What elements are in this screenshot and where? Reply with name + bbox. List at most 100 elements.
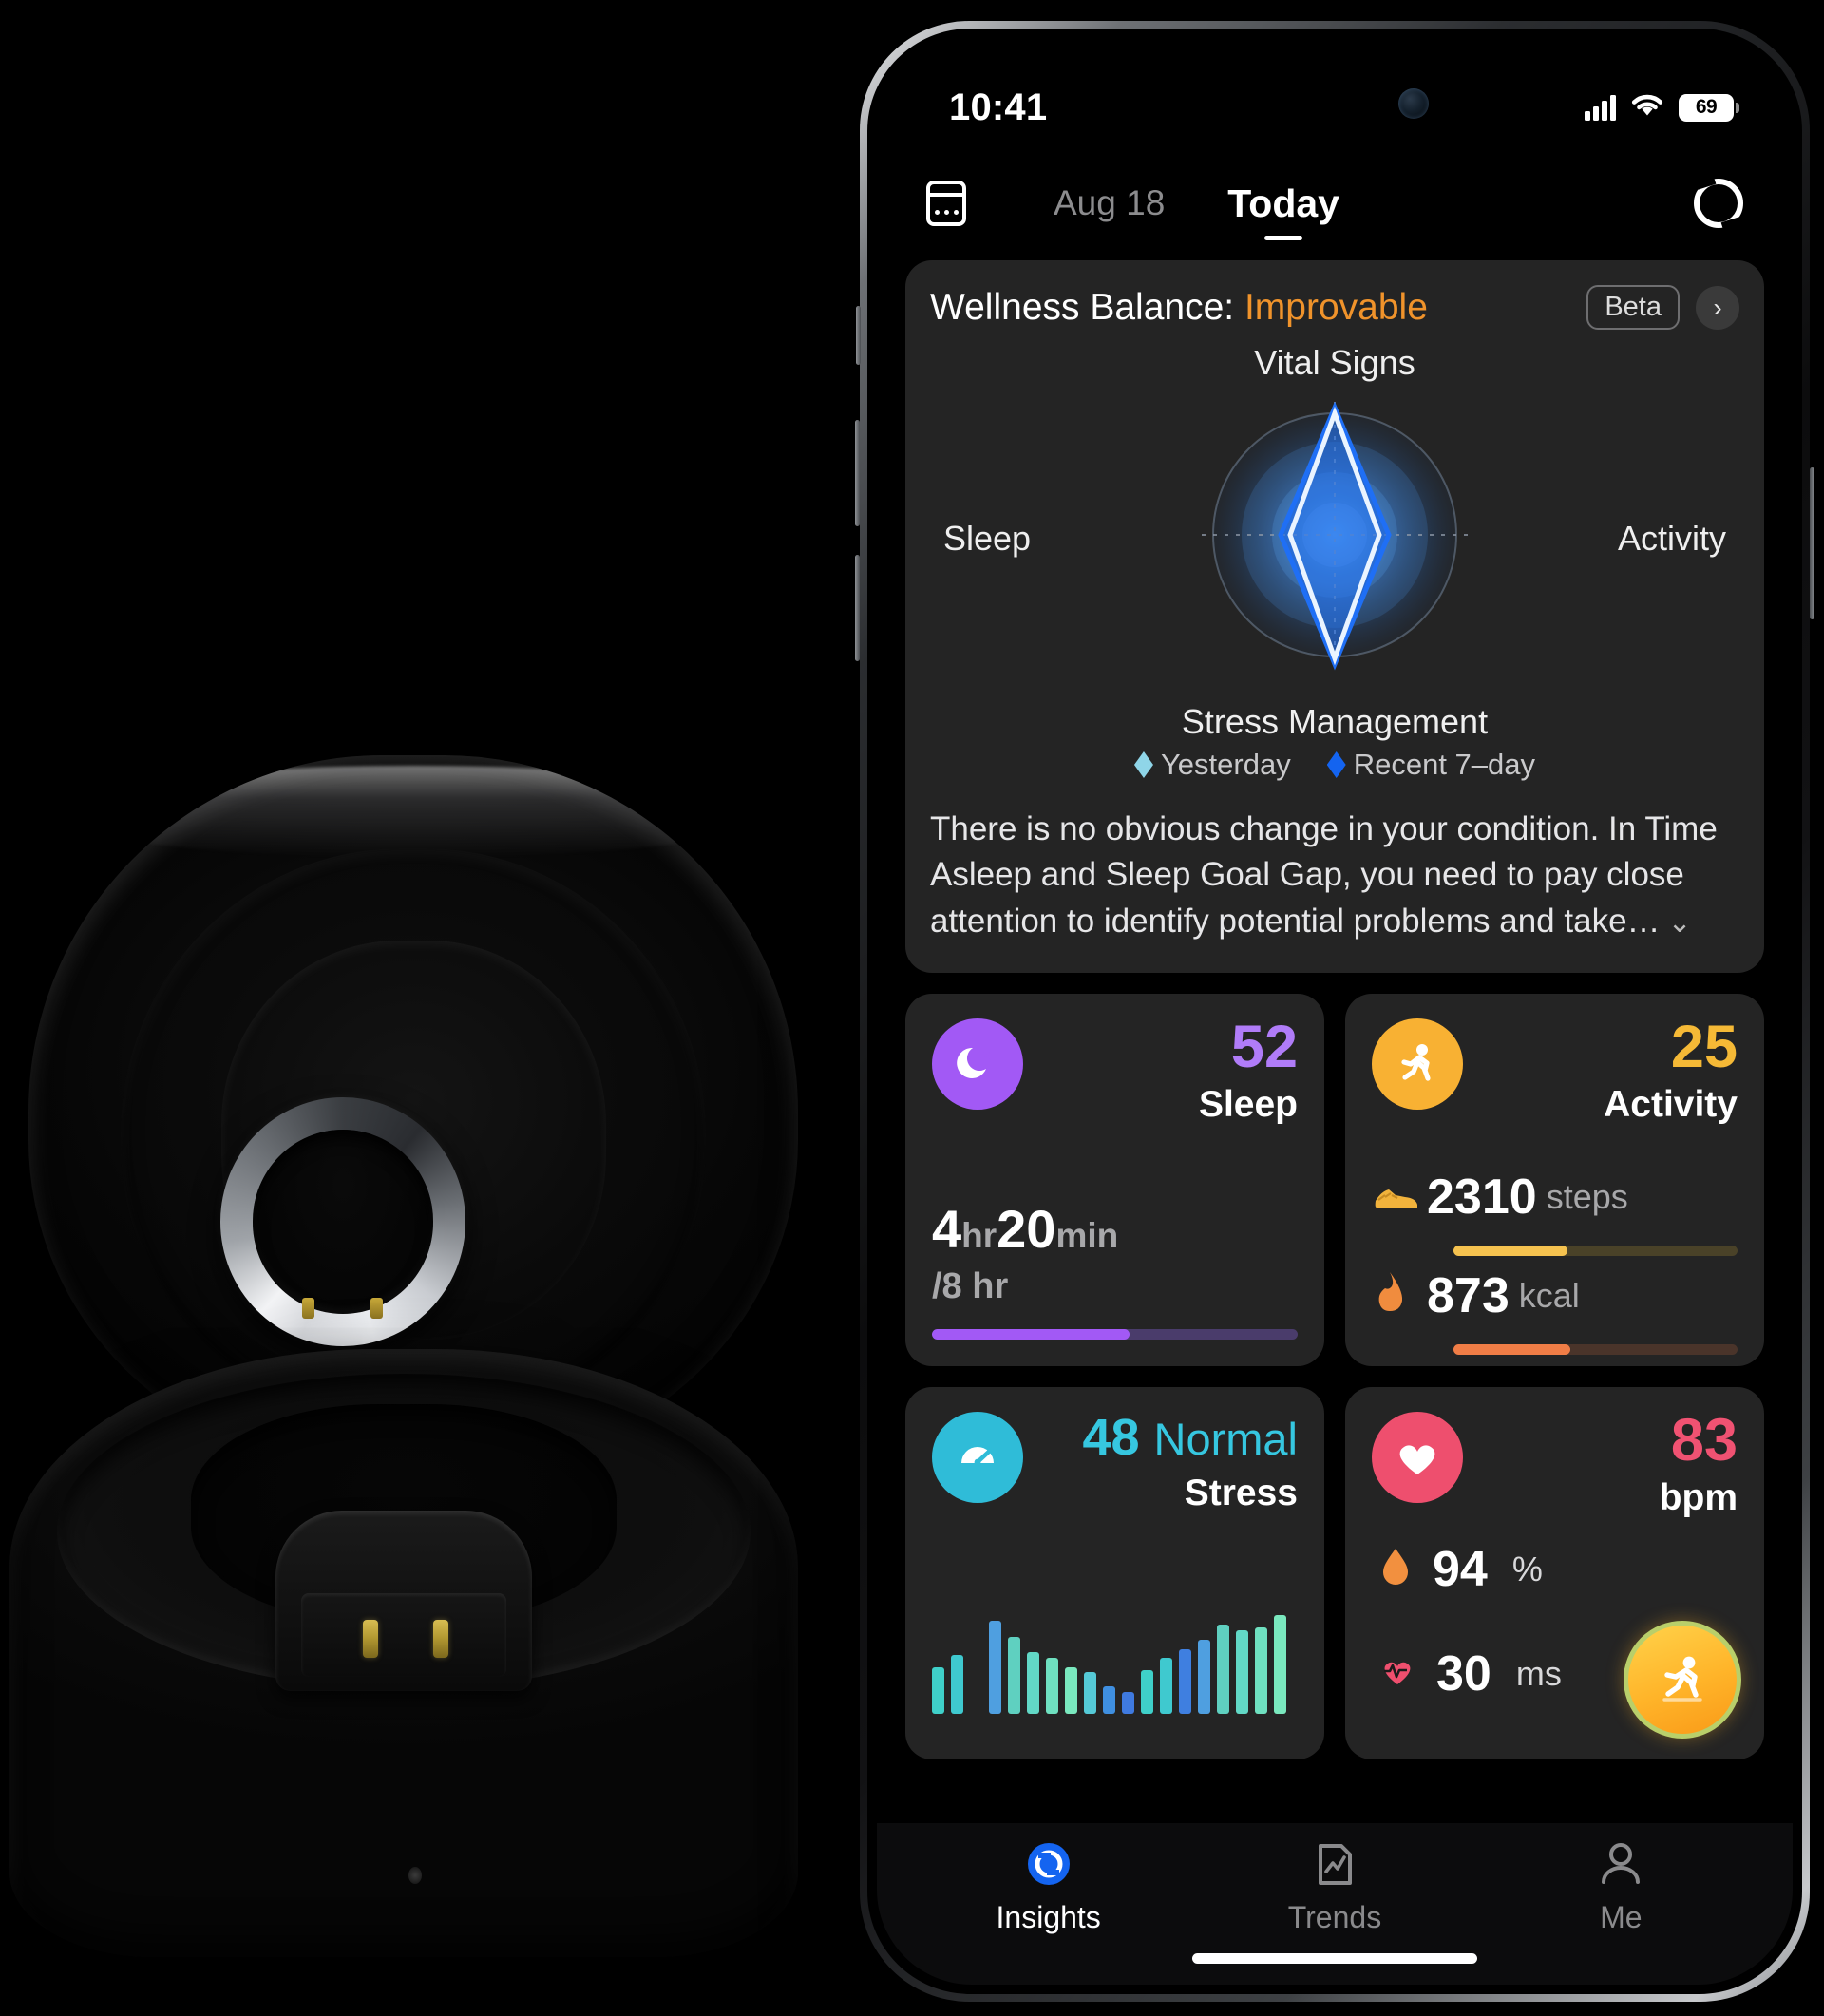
spo2-unit: % xyxy=(1511,1549,1543,1588)
radar-legend: Yesterday Recent 7–day xyxy=(930,748,1739,782)
nav-date-tab[interactable]: Aug 18 xyxy=(1054,183,1165,223)
chevron-right-icon[interactable]: › xyxy=(1696,285,1739,330)
wellness-header: Wellness Balance: Improvable Beta › xyxy=(930,285,1739,330)
phone-screen: 10:41 69 Aug 18 Today Wellness Balance: … xyxy=(877,38,1793,1985)
steps-value: 2310 xyxy=(1427,1169,1537,1225)
steps-unit: steps xyxy=(1546,1176,1628,1216)
legend-item-yesterday: Yesterday xyxy=(1133,748,1291,782)
metrics-grid: z 52 Sleep 4hr20min /8 hr 25 Activity 23… xyxy=(905,993,1764,1759)
wellness-status-value: Improvable xyxy=(1244,286,1428,328)
tab-label-insights: Insights xyxy=(996,1900,1101,1934)
tab-me[interactable]: Me xyxy=(1478,1823,1764,1985)
cellular-signal-icon xyxy=(1585,94,1616,121)
tab-label-me: Me xyxy=(1600,1900,1643,1934)
running-person-icon xyxy=(1372,1018,1463,1110)
heart-card-header: 83 bpm xyxy=(1372,1411,1738,1519)
kcal-unit: kcal xyxy=(1518,1275,1580,1315)
stress-bars xyxy=(932,1590,1305,1714)
kcal-progress-bar xyxy=(1454,1343,1738,1355)
sleep-card[interactable]: z 52 Sleep 4hr20min /8 hr xyxy=(905,993,1324,1366)
wellness-description-wrapper[interactable]: There is no obvious change in your condi… xyxy=(930,807,1739,944)
stress-bar-chart xyxy=(932,1590,1298,1723)
top-navigation: Aug 18 Today xyxy=(905,150,1764,257)
status-icons: 69 xyxy=(1585,92,1739,124)
wellness-title-prefix: Wellness Balance: xyxy=(930,286,1235,328)
legend-diamond-icon-yesterday xyxy=(1133,751,1153,778)
wifi-icon xyxy=(1630,92,1664,124)
wellness-description: There is no obvious change in your condi… xyxy=(930,810,1718,940)
sleep-minutes: 20 xyxy=(997,1198,1056,1259)
insights-ring-icon xyxy=(1023,1838,1074,1890)
stress-score-line: 48 Normal xyxy=(1082,1412,1298,1463)
activity-steps-row: 2310 steps xyxy=(1372,1169,1738,1256)
status-time: 10:41 xyxy=(949,86,1048,128)
sleep-score-block: 52 Sleep xyxy=(1199,1018,1298,1126)
sleep-card-header: z 52 Sleep xyxy=(932,1018,1298,1126)
kcal-value: 873 xyxy=(1427,1267,1510,1323)
wellness-radar-chart: Vital Signs Sleep Activity Stress Manage… xyxy=(930,339,1739,741)
sleep-label: Sleep xyxy=(1198,1083,1298,1125)
charging-pin-right xyxy=(433,1620,448,1658)
home-indicator[interactable] xyxy=(1192,1953,1477,1964)
spo2-value: 94 xyxy=(1433,1541,1488,1597)
sleep-hours: 4 xyxy=(932,1198,962,1259)
charging-pin-left xyxy=(363,1620,378,1658)
blood-drop-icon xyxy=(1379,1546,1412,1592)
radar-axis-label-bottom: Stress Management xyxy=(1181,702,1489,741)
chevron-down-icon[interactable]: ⌄ xyxy=(1668,903,1692,942)
hrv-row: 30 ms xyxy=(1379,1645,1562,1702)
stress-score-block: 48 Normal Stress xyxy=(1082,1412,1298,1514)
heart-icon xyxy=(1372,1411,1463,1503)
legend-diamond-icon-recent7day xyxy=(1326,751,1346,778)
wellness-title: Wellness Balance: Improvable xyxy=(930,287,1428,329)
activity-score-block: 25 Activity xyxy=(1604,1018,1738,1126)
sleep-duration: 4hr20min xyxy=(932,1198,1118,1260)
stress-gauge-icon xyxy=(932,1411,1023,1503)
legend-label-recent7day: Recent 7–day xyxy=(1353,748,1536,781)
svg-text:z: z xyxy=(983,1047,991,1063)
hrv-unit: ms xyxy=(1515,1653,1562,1693)
sneaker-icon xyxy=(1372,1175,1427,1218)
profile-person-icon xyxy=(1595,1838,1646,1890)
sleep-minutes-unit: min xyxy=(1055,1215,1119,1255)
sleep-progress-bar xyxy=(932,1328,1298,1340)
legend-label-yesterday: Yesterday xyxy=(1160,748,1291,781)
tab-label-trends: Trends xyxy=(1287,1900,1382,1934)
battery-level: 69 xyxy=(1695,96,1718,118)
front-camera-icon xyxy=(1398,88,1429,119)
activity-card[interactable]: 25 Activity 2310 steps 873 kcal xyxy=(1345,993,1764,1366)
heart-value-block: 83 bpm xyxy=(1659,1411,1738,1519)
wellness-balance-card[interactable]: Wellness Balance: Improvable Beta › Vita… xyxy=(905,260,1764,973)
stress-card-header: 48 Normal Stress xyxy=(932,1411,1298,1514)
sleep-goal: /8 hr xyxy=(932,1265,1009,1306)
phone-mockup: 10:41 69 Aug 18 Today Wellness Balance: … xyxy=(855,21,1814,2002)
volume-up-button[interactable] xyxy=(855,420,860,526)
radar-axis-label-left: Sleep xyxy=(943,519,1032,558)
activity-score: 25 xyxy=(1670,1013,1738,1080)
tab-insights[interactable]: Insights xyxy=(905,1823,1191,1985)
case-led-indicator xyxy=(408,1867,422,1884)
sleep-score: 52 xyxy=(1230,1013,1298,1080)
workout-run-icon[interactable] xyxy=(1624,1620,1741,1739)
radar-axis-label-right: Activity xyxy=(1617,519,1726,558)
activity-card-header: 25 Activity xyxy=(1372,1018,1738,1126)
heart-rate-card[interactable]: 83 bpm 94 % 30 ms xyxy=(1345,1386,1764,1759)
heart-rate-unit: bpm xyxy=(1659,1476,1738,1518)
spo2-row: 94 % xyxy=(1379,1541,1543,1598)
stress-card[interactable]: 48 Normal Stress xyxy=(905,1386,1324,1759)
legend-item-recent7day: Recent 7–day xyxy=(1326,748,1536,782)
heart-pulse-icon xyxy=(1379,1654,1416,1693)
silent-switch[interactable] xyxy=(856,306,861,365)
ring-charging-contacts xyxy=(255,1292,435,1330)
battery-icon: 69 xyxy=(1679,93,1739,122)
sync-refresh-icon[interactable] xyxy=(1694,179,1743,228)
power-button[interactable] xyxy=(1810,467,1814,619)
charging-dock-post xyxy=(276,1511,532,1691)
trends-chart-icon xyxy=(1309,1838,1360,1890)
sleep-hours-unit: hr xyxy=(961,1215,998,1255)
stress-axis-dots xyxy=(932,1719,1298,1723)
nav-today-tab[interactable]: Today xyxy=(1227,181,1340,226)
hrv-value: 30 xyxy=(1436,1645,1492,1702)
volume-down-button[interactable] xyxy=(855,555,860,661)
calendar-icon[interactable] xyxy=(926,181,966,226)
